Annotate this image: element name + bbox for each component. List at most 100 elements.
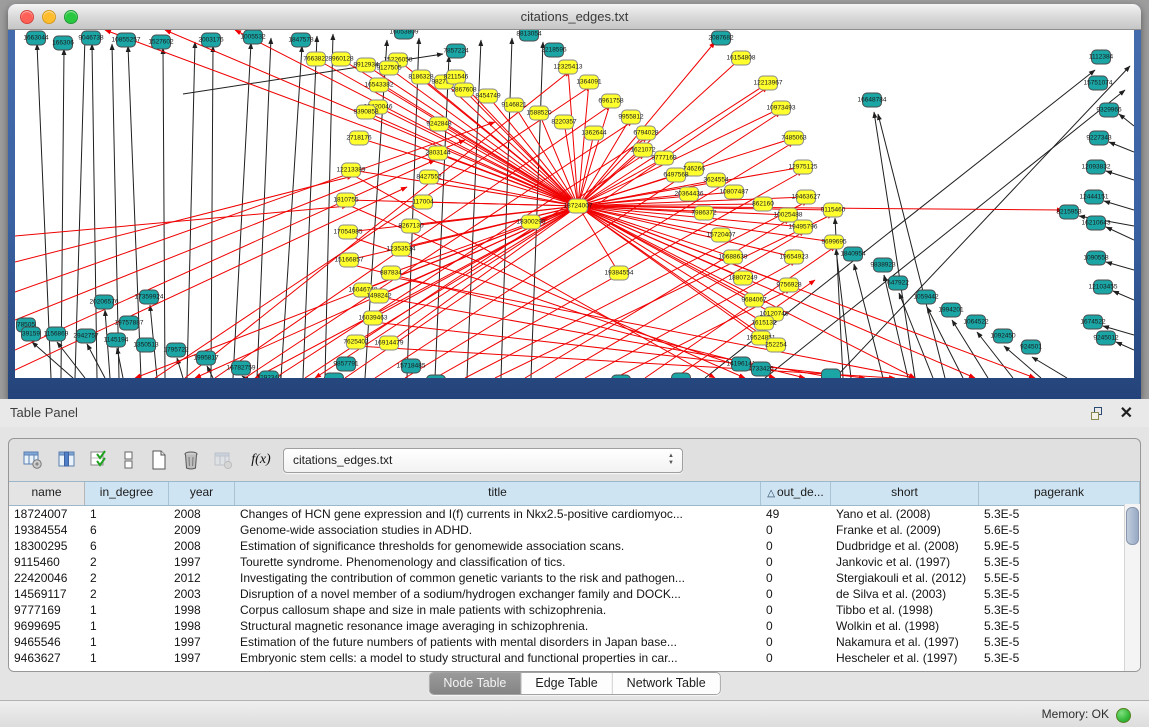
graph-node[interactable]: 2218596 [541, 43, 567, 57]
table-row[interactable]: 969969511998Structural magnetic resonanc… [9, 618, 1125, 634]
table-selector-dropdown[interactable]: citations_edges.txt ▲▼ [283, 448, 683, 473]
table-cell[interactable]: 1998 [169, 602, 235, 618]
graph-node[interactable]: 9955812 [618, 110, 644, 124]
table-cell[interactable]: 0 [761, 602, 831, 618]
graph-node[interactable]: 7485063 [781, 131, 807, 145]
table-cell[interactable]: 5.3E-5 [979, 650, 1125, 666]
graph-node[interactable]: 9227343 [1086, 131, 1112, 145]
table-cell[interactable]: Franke et al. (2009) [831, 522, 979, 538]
table-cell[interactable]: 5.3E-5 [979, 506, 1125, 522]
graph-node[interactable]: 1840954 [840, 247, 866, 261]
graph-node[interactable]: 12444151 [1080, 190, 1109, 204]
graph-node[interactable]: 12213389 [337, 163, 366, 177]
graph-node[interactable]: 2803144 [425, 146, 451, 160]
table-cell[interactable]: 0 [761, 650, 831, 666]
graph-node[interactable]: 9127505 [376, 61, 402, 75]
graph-node[interactable]: 8267130 [398, 219, 424, 233]
table-row[interactable]: 1872400712008Changes of HCN gene express… [9, 506, 1125, 522]
graph-node[interactable]: 9329966 [1096, 103, 1122, 117]
graph-node[interactable]: 9146821 [501, 98, 527, 112]
graph-node[interactable]: 924501 [1020, 340, 1042, 354]
graph-node[interactable]: 1810755 [333, 193, 359, 207]
table-cell[interactable]: 5.3E-5 [979, 586, 1125, 602]
graph-node[interactable]: 8813054 [516, 30, 542, 41]
graph-node[interactable]: 9390858 [353, 105, 379, 119]
graph-node[interactable]: 1994201 [938, 303, 964, 317]
table-cell[interactable]: Tourette syndrome. Phenomenology and cla… [235, 554, 761, 570]
graph-node[interactable]: 12093832 [1082, 160, 1111, 174]
graph-node[interactable]: 6794028 [633, 126, 659, 140]
graph-node[interactable]: 9242848 [426, 117, 452, 131]
graph-node[interactable]: 6961758 [598, 94, 624, 108]
graph-node[interactable]: 8427552 [416, 170, 442, 184]
table-cell[interactable]: 5.9E-5 [979, 538, 1125, 554]
table-cell[interactable]: 6 [85, 538, 169, 554]
graph-node[interactable]: 9756928 [776, 278, 802, 292]
table-row[interactable]: 977716911998Corpus callosum shape and si… [9, 602, 1125, 618]
table-cell[interactable]: Genome-wide association studies in ADHD. [235, 522, 761, 538]
graph-node[interactable] [427, 375, 446, 378]
table-cell[interactable]: Disruption of a novel member of a sodium… [235, 586, 761, 602]
table-cell[interactable]: 1 [85, 650, 169, 666]
delete-trash-icon[interactable] [179, 448, 203, 472]
table-cell[interactable]: 0 [761, 554, 831, 570]
graph-node[interactable]: 3624554 [703, 173, 729, 187]
table-cell[interactable]: 1998 [169, 618, 235, 634]
graph-node[interactable]: 16053809 [390, 30, 419, 39]
column-header-name[interactable]: name [9, 482, 85, 505]
table-cell[interactable]: Structural magnetic resonance image aver… [235, 618, 761, 634]
graph-node[interactable]: 1005532 [240, 30, 266, 44]
graph-node[interactable]: 9838923 [870, 258, 896, 272]
table-options-icon[interactable] [21, 448, 45, 472]
table-cell[interactable]: 9465546 [9, 634, 85, 650]
graph-node[interactable]: 1364091 [576, 75, 602, 89]
graph-node[interactable]: 16782759 [227, 361, 256, 375]
graph-node[interactable] [612, 375, 631, 378]
table-cell[interactable]: 0 [761, 522, 831, 538]
graph-node[interactable]: 17054985 [334, 225, 363, 239]
graph-node[interactable]: 20206576 [90, 295, 119, 309]
table-row[interactable]: 946554611997Estimation of the future num… [9, 634, 1125, 650]
table-cell[interactable]: 2008 [169, 538, 235, 554]
table-cell[interactable]: Jankovic et al. (1997) [831, 554, 979, 570]
graph-node[interactable]: 9046738 [78, 31, 104, 45]
graph-node[interactable]: 7625402 [343, 335, 369, 349]
graph-node[interactable]: 12213967 [754, 76, 783, 90]
graph-node[interactable]: 7663822 [303, 52, 329, 66]
table-row[interactable]: 946362711997Embryonic stem cells: a mode… [9, 650, 1125, 666]
table-row[interactable]: 2242004622012Investigating the contribut… [9, 570, 1125, 586]
tab-network-table[interactable]: Network Table [613, 673, 720, 694]
table-cell[interactable]: 2009 [169, 522, 235, 538]
graph-node[interactable]: 15720407 [707, 228, 736, 242]
graph-node[interactable]: 1156869 [44, 327, 69, 341]
graph-node[interactable]: 1092450 [990, 329, 1016, 343]
table-cell[interactable]: 0 [761, 634, 831, 650]
column-header-title[interactable]: title [235, 482, 761, 505]
citation-graph[interactable]: 1221338928031448427552181075511700417054… [15, 30, 1134, 378]
table-cell[interactable]: 1997 [169, 554, 235, 570]
table-cell[interactable]: Nakamura et al. (1997) [831, 634, 979, 650]
graph-node[interactable]: 9699695 [821, 235, 847, 249]
table-cell[interactable]: Tibbo et al. (1998) [831, 602, 979, 618]
graph-node[interactable]: 2087682 [708, 31, 734, 45]
graph-node[interactable]: 8912934 [353, 58, 379, 72]
table-cell[interactable]: Embryonic stem cells: a model to study s… [235, 650, 761, 666]
graph-node[interactable]: 16648784 [858, 93, 887, 107]
graph-node[interactable]: 9857791 [333, 357, 359, 371]
table-cell[interactable]: Wolkin et al. (1998) [831, 618, 979, 634]
graph-node[interactable]: 6497568 [663, 168, 689, 182]
table-cell[interactable]: Stergiakouli et al. (2012) [831, 570, 979, 586]
graph-node[interactable]: 862160 [752, 197, 774, 211]
graph-node[interactable]: 10807487 [720, 185, 749, 199]
table-cell[interactable]: 6 [85, 522, 169, 538]
table-cell[interactable]: 5.3E-5 [979, 618, 1125, 634]
graph-node[interactable]: 9245012 [1093, 331, 1119, 345]
graph-node[interactable]: 2718176 [346, 131, 372, 145]
tab-edge-table[interactable]: Edge Table [521, 673, 612, 694]
graph-node[interactable]: 8186328 [408, 70, 434, 84]
graph-node[interactable]: 9777169 [651, 151, 677, 165]
graph-node[interactable]: 17359924 [135, 290, 164, 304]
row-selector-icon[interactable] [117, 448, 141, 472]
table-cell[interactable]: Hescheler et al. (1997) [831, 650, 979, 666]
graph-node[interactable]: 1527602 [148, 35, 174, 49]
